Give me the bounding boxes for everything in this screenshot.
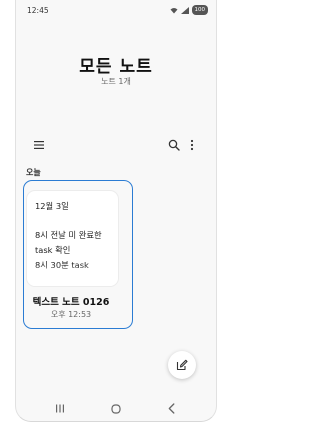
- new-note-button[interactable]: [168, 351, 196, 379]
- note-title[interactable]: 텍스트 노트 0126: [16, 294, 126, 308]
- signal-icon: [180, 6, 189, 14]
- note-preview-fade: [27, 264, 118, 286]
- more-vert-icon[interactable]: [187, 139, 197, 151]
- home-icon[interactable]: [111, 404, 121, 414]
- back-icon[interactable]: [168, 403, 175, 414]
- navigation-bar: [16, 400, 216, 418]
- note-count: 노트 1개: [101, 77, 131, 86]
- toolbar: [16, 138, 216, 152]
- menu-icon[interactable]: [33, 139, 45, 151]
- note-card[interactable]: 12월 3일 8시 전날 미 완료한 task 확인 8시 30분 task: [26, 190, 119, 287]
- page-title: 모든 노트: [79, 57, 153, 77]
- wifi-icon: [170, 7, 177, 13]
- recents-icon[interactable]: [55, 404, 65, 413]
- note-preview-line: 12월 3일: [35, 201, 69, 211]
- battery-icon: 100: [191, 5, 208, 15]
- note-timestamp: 오후 12:53: [50, 310, 92, 319]
- section-header-today: 오늘: [26, 168, 41, 177]
- search-icon[interactable]: [168, 139, 180, 151]
- status-icons: 100: [170, 5, 208, 15]
- edit-icon: [176, 359, 188, 371]
- note-preview-line: 8시 전날 미 완료한: [35, 230, 102, 240]
- phone-screen: 12:45 100 모든 노트 노트 1개 오늘 12월 3일 8시 전날 미 …: [15, 0, 217, 422]
- status-time: 12:45: [27, 6, 49, 15]
- note-preview-line: task 확인: [35, 245, 71, 255]
- status-bar: 12:45 100: [16, 0, 216, 20]
